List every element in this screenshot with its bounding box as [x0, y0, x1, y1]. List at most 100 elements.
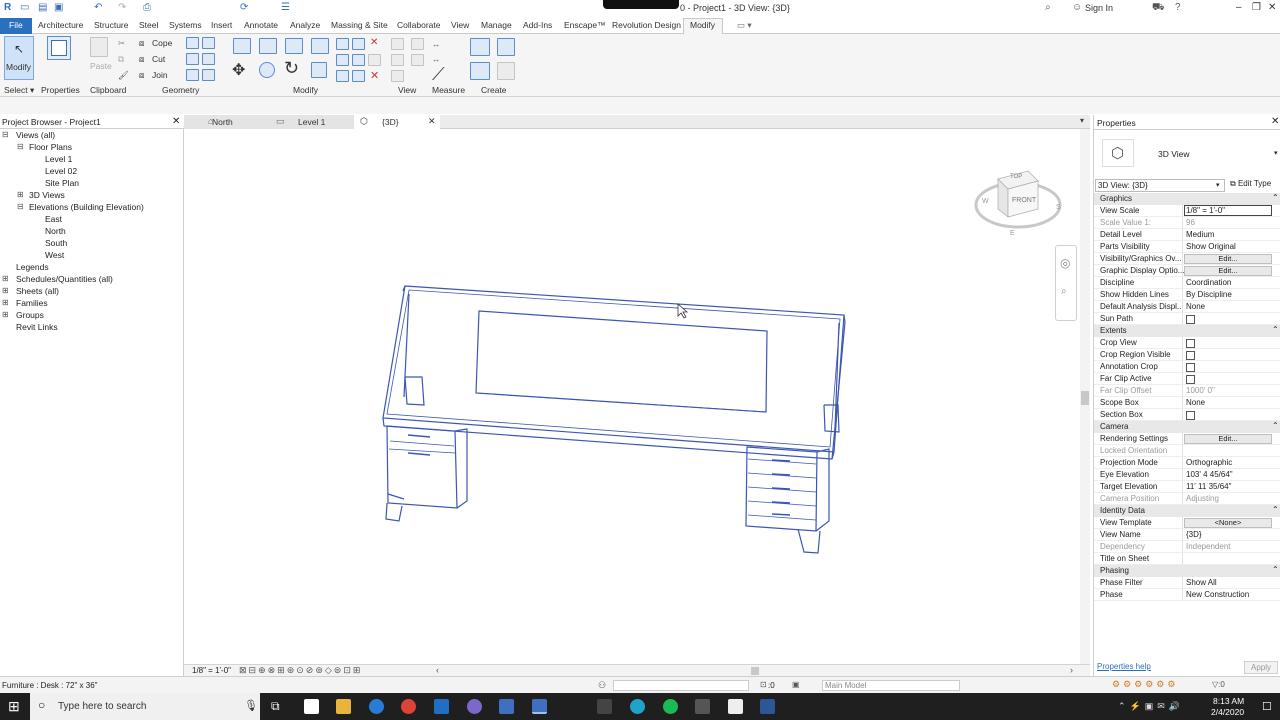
redo-icon[interactable]: ↷ — [118, 2, 126, 13]
tree-item[interactable]: Elevations (Building Elevation) — [29, 202, 144, 212]
rotate-icon[interactable]: ↻ — [284, 58, 299, 79]
geometry-tool-1-icon[interactable] — [186, 37, 199, 49]
tree-toggle-icon[interactable]: ⊞ — [2, 310, 9, 319]
sketchup-app-icon[interactable] — [597, 699, 612, 714]
property-section-header[interactable]: Identity Data ⌃ — [1094, 505, 1280, 517]
thin-lines-icon[interactable]: ☰ — [281, 2, 290, 13]
pin-icon[interactable] — [368, 54, 381, 66]
taskbar-search-box[interactable]: ○ Type here to search 🎙 — [30, 693, 260, 720]
aligned-dimension-icon[interactable]: ⟋ — [432, 64, 445, 85]
maximize-button[interactable]: ❐ — [1252, 2, 1261, 13]
collapse-icon[interactable]: ⌃ — [1272, 193, 1279, 202]
outlook-app-icon[interactable] — [434, 699, 449, 714]
geometry-tool-6-icon[interactable] — [202, 69, 215, 81]
revit-active-app-icon[interactable] — [532, 699, 547, 714]
split-gap-icon[interactable] — [352, 38, 365, 50]
tab-massing-site[interactable]: Massing & Site — [331, 20, 388, 30]
open-icon[interactable]: ▭ — [20, 2, 29, 13]
property-section-header[interactable]: Extents ⌃ — [1094, 325, 1280, 337]
tree-toggle-icon[interactable]: ⊞ — [17, 190, 24, 199]
split-icon[interactable] — [336, 38, 349, 50]
tab-architecture[interactable]: Architecture — [38, 20, 83, 30]
notification-icon[interactable]: ☐ — [1262, 700, 1272, 713]
tab-view[interactable]: View — [451, 20, 469, 30]
scrollbar-thumb[interactable] — [1081, 391, 1089, 405]
trim-single-icon[interactable] — [336, 70, 349, 82]
select-dropdown[interactable]: Select ▾ — [4, 85, 34, 96]
file-explorer-icon[interactable] — [336, 699, 351, 714]
tree-item[interactable]: West — [45, 250, 64, 260]
delete-icon[interactable]: ✕ — [370, 69, 379, 82]
cut-clip-icon[interactable]: ✂ — [118, 38, 125, 49]
property-value[interactable]: 11' 11 35/64" — [1186, 482, 1231, 491]
view-tool-4-icon[interactable] — [411, 54, 424, 66]
property-value[interactable]: None — [1186, 398, 1205, 407]
view-control-icons[interactable]: ⊠⊟⊕⊗⊞⊛⊙⊘⊚◇⊜⊡⊞ — [239, 665, 362, 676]
tree-item[interactable]: Site Plan — [45, 178, 79, 188]
offset-icon[interactable] — [259, 38, 277, 54]
steering-wheel-icon[interactable]: ◎ — [1060, 256, 1070, 270]
open-folder-icon[interactable]: ▤ — [38, 2, 47, 13]
property-value[interactable]: {3D} — [1186, 530, 1202, 539]
view-tool-1-icon[interactable] — [391, 38, 404, 50]
properties-help-link[interactable]: Properties help — [1097, 662, 1151, 671]
tree-item[interactable]: Revit Links — [16, 322, 58, 332]
property-value[interactable]: None — [1186, 302, 1205, 311]
property-value[interactable]: New Construction — [1186, 590, 1249, 599]
property-value[interactable]: 103' 4 45/64" — [1186, 470, 1233, 479]
property-checkbox[interactable] — [1186, 351, 1195, 360]
calculator-app-icon[interactable] — [695, 699, 710, 714]
tree-toggle-icon[interactable]: ⊟ — [2, 130, 9, 139]
tree-item[interactable]: Views (all) — [16, 130, 55, 140]
property-section-header[interactable]: Camera ⌃ — [1094, 421, 1280, 433]
tree-item[interactable]: 3D Views — [29, 190, 65, 200]
close-button[interactable]: ✕ — [1268, 2, 1276, 13]
obs-app-icon[interactable] — [467, 699, 482, 714]
tab-systems[interactable]: Systems — [169, 20, 202, 30]
create-assembly-icon[interactable] — [470, 38, 490, 56]
viewcube[interactable]: W S E TOP FRONT — [974, 167, 1064, 241]
sign-in-link[interactable]: Sign In — [1085, 3, 1113, 13]
property-checkbox[interactable] — [1186, 315, 1195, 324]
match-type-icon[interactable]: 🖌 — [118, 70, 129, 81]
create-parts-icon[interactable] — [497, 38, 515, 56]
create-group-icon[interactable] — [470, 62, 490, 80]
tree-item[interactable]: Legends — [16, 262, 49, 272]
tree-item[interactable]: Families — [16, 298, 48, 308]
property-edit-button[interactable]: Edit... — [1184, 434, 1272, 444]
tree-item[interactable]: East — [45, 214, 62, 224]
property-value[interactable]: Medium — [1186, 230, 1214, 239]
join-button[interactable]: Join — [152, 70, 168, 80]
scroll-right-icon[interactable]: › — [1070, 665, 1073, 675]
word-app-icon[interactable] — [760, 699, 775, 714]
view-tab-3d[interactable]: ⬡ {3D} ✕ — [354, 115, 440, 129]
windows-start-icon[interactable]: ⊞ — [8, 698, 20, 715]
collapse-icon[interactable]: ⌃ — [1272, 505, 1279, 514]
tab-structure[interactable]: Structure — [94, 20, 129, 30]
property-section-header[interactable]: Phasing ⌃ — [1094, 565, 1280, 577]
tree-item[interactable]: Floor Plans — [29, 142, 72, 152]
contextual-tab-menu-icon[interactable]: ▭ ▾ — [737, 20, 752, 31]
property-value[interactable]: Orthographic — [1186, 458, 1232, 467]
property-value[interactable]: Coordination — [1186, 278, 1231, 287]
tab-collaborate[interactable]: Collaborate — [397, 20, 440, 30]
property-edit-button[interactable]: Edit... — [1184, 266, 1272, 276]
photos-app-icon[interactable] — [728, 699, 743, 714]
properties-close-icon[interactable]: ✕ — [1271, 116, 1279, 127]
tab-steel[interactable]: Steel — [139, 20, 158, 30]
print-icon[interactable]: ⎙ — [143, 2, 151, 13]
collapse-icon[interactable]: ⌃ — [1272, 325, 1279, 334]
editable-only-icon[interactable]: ⊡ — [760, 680, 767, 689]
zoom-icon[interactable]: ⌕ — [1061, 286, 1067, 297]
property-value[interactable]: Show All — [1186, 578, 1217, 587]
array-icon[interactable] — [336, 54, 349, 66]
tree-item[interactable]: Sheets (all) — [16, 286, 59, 296]
chrome-browser-icon[interactable] — [401, 699, 416, 714]
geometry-tool-4-icon[interactable] — [202, 53, 215, 65]
tree-item[interactable]: Groups — [16, 310, 44, 320]
notepad-app-icon[interactable] — [304, 699, 319, 714]
mirror-draw-icon[interactable] — [311, 38, 329, 54]
design-option-dropdown[interactable]: Main Model — [822, 680, 960, 691]
tree-toggle-icon[interactable]: ⊟ — [17, 202, 24, 211]
task-view-icon[interactable]: ⧉ — [271, 699, 280, 714]
